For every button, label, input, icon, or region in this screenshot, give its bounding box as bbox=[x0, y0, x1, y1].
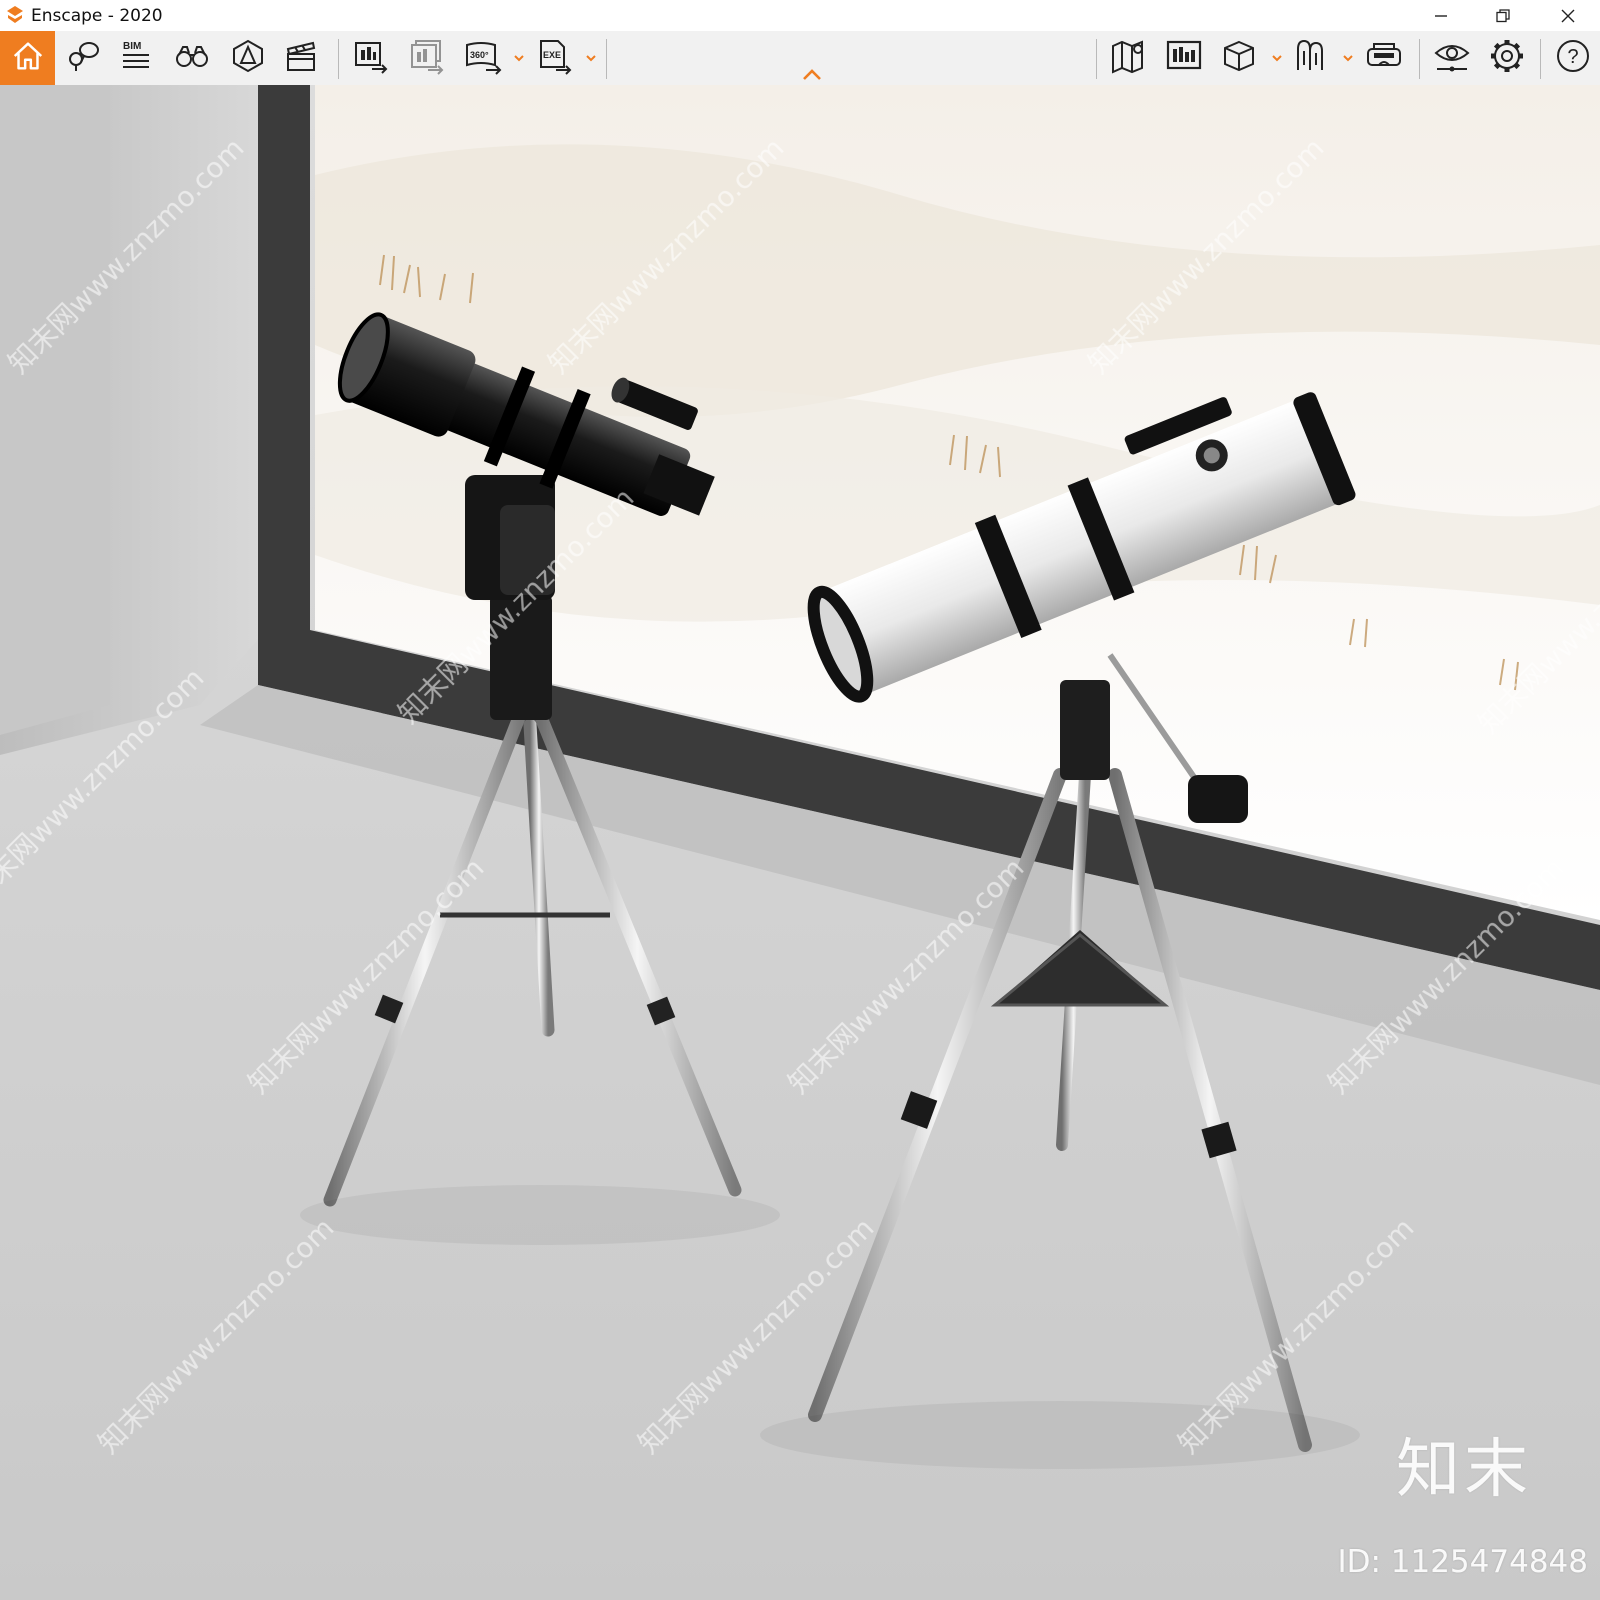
batch-render-button[interactable] bbox=[404, 34, 450, 82]
atmosphere-button[interactable] bbox=[225, 34, 271, 82]
exe-export-button[interactable]: EXE bbox=[532, 34, 578, 82]
window-title: Enscape - 2020 bbox=[31, 6, 163, 26]
material-editor-icon bbox=[1293, 37, 1331, 80]
toolbar-separator bbox=[1096, 39, 1097, 79]
home-icon bbox=[10, 38, 46, 79]
vr-headset-button[interactable] bbox=[1361, 34, 1407, 82]
screenshot-export-button[interactable] bbox=[348, 34, 394, 82]
panorama-dropdown-icon[interactable] bbox=[512, 51, 526, 65]
material-editor-button[interactable] bbox=[1289, 34, 1335, 82]
batch-render-icon bbox=[408, 37, 446, 80]
enscape-logo-icon bbox=[4, 4, 26, 26]
toolbar-separator bbox=[1419, 39, 1420, 79]
screenshot-export-icon bbox=[352, 37, 390, 80]
asset-library-button[interactable] bbox=[1216, 34, 1262, 82]
video-editor-icon bbox=[282, 37, 320, 80]
panorama-label: 360° bbox=[470, 50, 489, 60]
watermark-brand: 知末 bbox=[1396, 1433, 1532, 1507]
minimize-icon[interactable] bbox=[1418, 0, 1464, 31]
restore-icon[interactable] bbox=[1480, 0, 1526, 31]
settings-gear-icon bbox=[1488, 37, 1526, 80]
exe-dropdown-icon[interactable] bbox=[584, 51, 598, 65]
views-icon bbox=[64, 37, 102, 80]
title-bar: Enscape - 2020 bbox=[0, 0, 1600, 31]
atmosphere-icon bbox=[229, 37, 267, 80]
bim-label: BIM bbox=[123, 41, 141, 52]
material-dropdown-icon[interactable] bbox=[1341, 51, 1355, 65]
close-icon[interactable] bbox=[1545, 0, 1591, 31]
bim-icon: BIM bbox=[117, 37, 155, 80]
exe-label: EXE bbox=[543, 50, 561, 60]
help-button[interactable]: ? bbox=[1550, 34, 1596, 82]
visual-settings-button[interactable] bbox=[1429, 34, 1475, 82]
binoculars-icon bbox=[173, 37, 211, 80]
scene-render: 知末网www.znzmo.com 知末网www.znzmo.com 知末网www… bbox=[0, 85, 1600, 1600]
toolbar: BIM 360° EXE ? bbox=[0, 31, 1600, 86]
web-standalone-icon bbox=[1165, 37, 1203, 80]
help-icon: ? bbox=[1554, 37, 1592, 80]
visual-settings-icon bbox=[1433, 37, 1471, 80]
toolbar-separator bbox=[606, 39, 607, 79]
map-button[interactable] bbox=[1106, 34, 1152, 82]
toolbar-separator bbox=[1540, 39, 1541, 79]
map-icon bbox=[1110, 37, 1148, 80]
video-editor-button[interactable] bbox=[278, 34, 324, 82]
asset-library-icon bbox=[1220, 37, 1258, 80]
home-button[interactable] bbox=[0, 31, 55, 85]
panorama-export-button[interactable]: 360° bbox=[460, 34, 506, 82]
binoculars-button[interactable] bbox=[169, 34, 215, 82]
web-standalone-button[interactable] bbox=[1161, 34, 1207, 82]
bim-button[interactable]: BIM bbox=[113, 34, 159, 82]
help-label: ? bbox=[1567, 46, 1578, 68]
render-viewport[interactable]: 知末网www.znzmo.com 知末网www.znzmo.com 知末网www… bbox=[0, 85, 1600, 1600]
exe-export-icon: EXE bbox=[536, 37, 574, 80]
vr-headset-icon bbox=[1365, 37, 1403, 80]
settings-button[interactable] bbox=[1484, 34, 1530, 82]
asset-dropdown-icon[interactable] bbox=[1270, 51, 1284, 65]
watermark-id: ID: 1125474848 bbox=[1337, 1544, 1588, 1580]
collapse-toolbar-icon[interactable] bbox=[800, 65, 824, 83]
views-button[interactable] bbox=[60, 34, 106, 82]
toolbar-separator bbox=[338, 39, 339, 79]
panorama-export-icon: 360° bbox=[464, 37, 502, 80]
